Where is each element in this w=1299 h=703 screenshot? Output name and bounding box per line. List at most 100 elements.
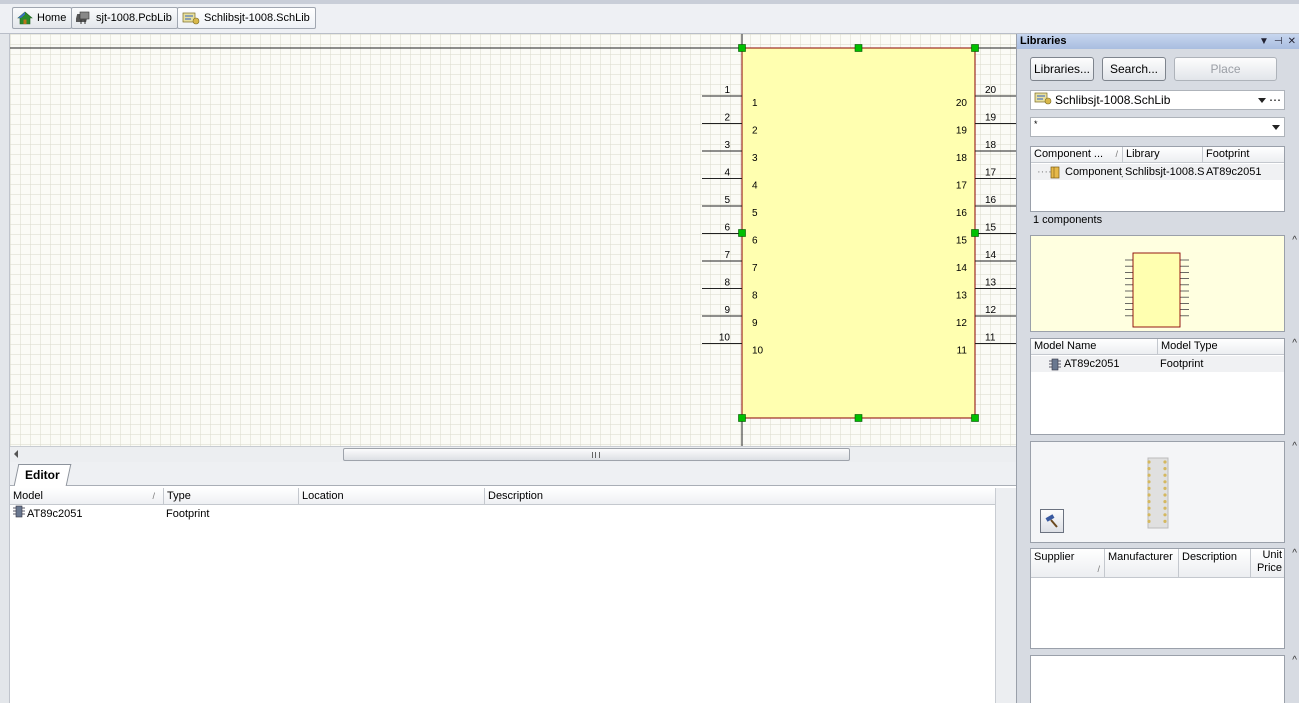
collapse-icon[interactable]: ^ xyxy=(1292,441,1297,452)
footprint-pad xyxy=(1163,473,1167,477)
pin-number-left: 10 xyxy=(719,333,731,344)
column-description[interactable]: Description xyxy=(1179,549,1251,578)
pin-number-left: 9 xyxy=(724,305,730,316)
pin-number-right: 11 xyxy=(985,333,996,344)
column-model-type[interactable]: Model Type xyxy=(1158,339,1284,355)
column-library[interactable]: Library xyxy=(1123,147,1203,163)
models-header: Model Name Model Type xyxy=(1031,339,1284,355)
more-options-icon[interactable]: ⋯ xyxy=(1269,91,1281,109)
pin-name-left: 10 xyxy=(752,346,764,357)
pin-number-left: 3 xyxy=(724,140,730,151)
models-list: Model Name Model Type AT89c2051 Footprin… xyxy=(1030,338,1285,435)
footprint-pad xyxy=(1147,513,1151,517)
footprint-pad xyxy=(1147,467,1151,471)
editor-vertical-scrollbar[interactable] xyxy=(995,488,1016,703)
tab-schlib[interactable]: Schlibsjt-1008.SchLib xyxy=(177,7,316,29)
pcb-library-icon xyxy=(76,11,92,25)
symbol-preview xyxy=(1030,235,1285,332)
pin-name-left: 7 xyxy=(752,263,758,274)
selection-handle xyxy=(738,44,746,52)
left-edge-strip xyxy=(0,34,10,703)
footprint-preview-image xyxy=(1147,457,1169,529)
column-type[interactable]: Type xyxy=(164,488,299,505)
filter-input[interactable]: * xyxy=(1030,117,1285,137)
search-button[interactable]: Search... xyxy=(1102,57,1166,81)
panel-title: Libraries xyxy=(1020,35,1067,47)
component-name: Component_ xyxy=(1065,166,1123,178)
footprint-icon xyxy=(1049,356,1061,372)
editor-tab-row: Editor xyxy=(10,462,1016,486)
pin-number-right: 14 xyxy=(985,250,997,261)
column-manufacturer[interactable]: Manufacturer xyxy=(1105,549,1179,578)
collapse-icon[interactable]: ^ xyxy=(1292,548,1297,559)
scrollbar-thumb[interactable] xyxy=(343,448,850,461)
libraries-button[interactable]: Libraries... xyxy=(1030,57,1094,81)
list-item[interactable]: AT89c2051 Footprint xyxy=(1031,356,1284,372)
column-model[interactable]: Model / xyxy=(10,488,164,505)
pin-name-left: 2 xyxy=(752,126,758,137)
tab-pcblib[interactable]: sjt-1008.PcbLib xyxy=(71,7,178,29)
collapse-icon[interactable]: ^ xyxy=(1292,338,1297,349)
close-icon[interactable]: ✕ xyxy=(1288,35,1296,49)
pin-name-right: 11 xyxy=(957,346,968,357)
schematic-library-icon xyxy=(182,11,200,25)
footprint-pad xyxy=(1147,519,1151,523)
footprint-pad xyxy=(1147,493,1151,497)
pin-icon[interactable]: ⊣ xyxy=(1274,35,1283,49)
list-item[interactable]: ···· Component_ Schlibsjt-1008.S AT89c20… xyxy=(1031,164,1284,180)
footprint-pad xyxy=(1147,486,1151,490)
collapse-icon[interactable]: ^ xyxy=(1292,655,1297,666)
selection-handle xyxy=(971,44,979,52)
tab-editor[interactable]: Editor xyxy=(13,464,72,486)
panel-menu-icon[interactable]: ▼ xyxy=(1259,35,1269,49)
supplier-details xyxy=(1030,655,1285,703)
schematic-library-icon xyxy=(1034,91,1052,110)
pin-number-left: 6 xyxy=(724,223,730,234)
footprint-pad xyxy=(1147,500,1151,504)
supplier-list: Supplier / Manufacturer Description Unit … xyxy=(1030,548,1285,649)
column-description[interactable]: Description xyxy=(485,488,995,505)
tab-home-label: Home xyxy=(37,12,67,24)
components-list: Component ... / Library Footprint ···· Co… xyxy=(1030,146,1285,212)
selection-handle xyxy=(738,229,746,237)
library-select[interactable]: Schlibsjt-1008.SchLib ⋯ xyxy=(1030,90,1285,110)
home-icon xyxy=(17,11,33,25)
column-footprint[interactable]: Footprint xyxy=(1203,147,1284,163)
schematic-canvas[interactable]: 1 1 2 2 3 3 4 4 5 5 6 6 7 7 8 8 9 9 10 10 20 20 19 19 18 18 17 17 16… xyxy=(10,34,1016,446)
pin-name-left: 5 xyxy=(752,208,758,219)
collapse-icon[interactable]: ^ xyxy=(1292,235,1297,246)
column-unit-price[interactable]: Unit Price xyxy=(1251,549,1284,578)
chevron-down-icon[interactable] xyxy=(1272,125,1280,130)
sort-icon: / xyxy=(1097,564,1100,574)
column-location[interactable]: Location xyxy=(299,488,485,505)
footprint-3d-button[interactable] xyxy=(1040,509,1064,533)
pin-number-left: 7 xyxy=(724,250,730,261)
place-button[interactable]: Place xyxy=(1174,57,1277,81)
pin-number-right: 15 xyxy=(985,223,997,234)
libraries-title-bar: Libraries ▼ ⊣ ✕ xyxy=(1017,34,1299,49)
selection-handle xyxy=(971,229,979,237)
tab-home[interactable]: Home xyxy=(12,7,73,29)
selection-handle xyxy=(854,44,863,52)
footprint-pad xyxy=(1163,460,1167,464)
footprint-pad xyxy=(1163,506,1167,510)
scroll-left-arrow-icon[interactable] xyxy=(14,450,18,458)
horizontal-scrollbar[interactable] xyxy=(10,446,1016,462)
libraries-panel: Libraries ▼ ⊣ ✕ Libraries... Search... P… xyxy=(1016,34,1299,703)
column-supplier[interactable]: Supplier / xyxy=(1031,549,1105,578)
hammer-icon xyxy=(1044,513,1060,532)
table-row[interactable]: AT89c2051 Footprint xyxy=(10,505,995,522)
column-model-name[interactable]: Model Name xyxy=(1031,339,1158,355)
chevron-down-icon[interactable] xyxy=(1258,98,1266,103)
footprint-pad xyxy=(1163,486,1167,490)
model-name: AT89c2051 xyxy=(1064,358,1120,370)
selected-library: Schlibsjt-1008.SchLib xyxy=(1055,93,1171,107)
pin-number-right: 12 xyxy=(985,305,997,316)
footprint-pad xyxy=(1163,500,1167,504)
pin-number-left: 4 xyxy=(724,168,730,179)
column-component[interactable]: Component ... / xyxy=(1031,147,1123,163)
pin-name-right: 20 xyxy=(956,98,968,109)
supplier-header: Supplier / Manufacturer Description Unit … xyxy=(1031,549,1284,578)
pin-name-right: 12 xyxy=(956,318,968,329)
selection-handle xyxy=(971,414,979,422)
